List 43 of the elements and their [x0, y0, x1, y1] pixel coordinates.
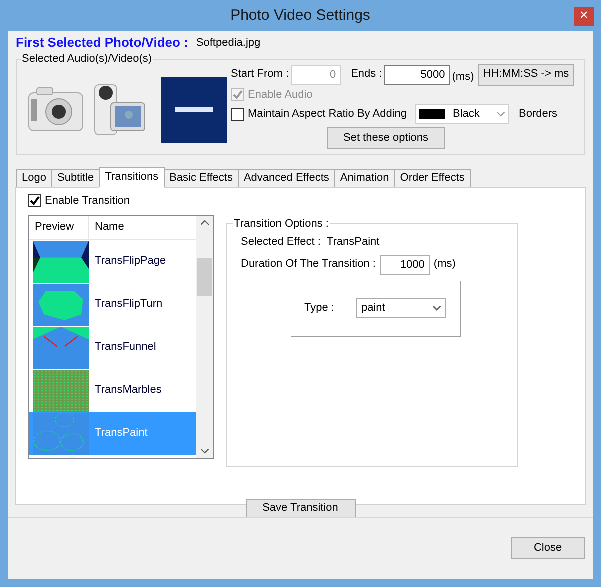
list-item[interactable]: TransMarbles	[29, 369, 196, 412]
borders-label: Borders	[518, 106, 558, 122]
close-button[interactable]: ✕	[574, 7, 594, 26]
first-selected-value: Softpedia.jpg	[196, 36, 261, 50]
effect-value: TransPaint	[326, 235, 380, 250]
border-color-dropdown[interactable]: Black	[414, 104, 509, 124]
list-item[interactable]: TransFlipTurn	[29, 283, 196, 326]
chevron-down-icon	[200, 449, 208, 454]
chevron-down-icon	[433, 306, 442, 310]
chevron-up-icon	[200, 220, 208, 225]
tab[interactable]: Order Effects	[394, 168, 471, 188]
duration-label: Duration Of The Transition :	[241, 257, 376, 272]
convert-button[interactable]: HH:MM:SS -> ms	[478, 64, 574, 86]
checkbox-label: Maintain Aspect Ratio By Adding	[248, 106, 407, 122]
type-dropdown[interactable]: paint	[356, 298, 446, 318]
list-item[interactable]: TransFlipPage	[29, 240, 196, 283]
checkbox[interactable]	[231, 108, 244, 120]
start-label: Start From :	[231, 67, 290, 82]
type-label: Type :	[304, 300, 334, 316]
camera-icon	[27, 84, 85, 134]
column-header: Name	[94, 220, 124, 236]
scroll-thumb[interactable]	[197, 258, 212, 296]
checkbox-label: Enable Audio	[248, 88, 313, 102]
window-title: Photo Video Settings	[230, 6, 370, 26]
scrollbar[interactable]	[196, 216, 213, 458]
duration-field[interactable]: 1000	[380, 254, 430, 274]
ends-field[interactable]: 5000	[384, 64, 450, 84]
duration-unit: (ms)	[434, 257, 456, 272]
close-dialog-button[interactable]: Close	[511, 537, 585, 560]
tab[interactable]: Logo	[16, 168, 52, 188]
save-transition-button[interactable]: Save Transition	[246, 499, 356, 518]
ends-unit: (ms)	[452, 70, 474, 85]
ends-label: Ends :	[351, 67, 382, 82]
checkbox-label: Enable Transition	[45, 194, 130, 208]
chevron-down-icon	[496, 112, 505, 116]
first-selected-label: First Selected Photo/Video :	[16, 34, 188, 52]
effect-label: Selected Effect :	[241, 235, 321, 250]
list-item[interactable]: TransFunnel	[29, 326, 196, 369]
group-legend: Transition Options :	[233, 216, 330, 232]
column-header: Preview	[29, 216, 89, 239]
checkbox[interactable]	[28, 194, 41, 208]
tab[interactable]: Transitions	[99, 166, 165, 188]
set-options-button[interactable]: Set these options	[327, 127, 445, 149]
